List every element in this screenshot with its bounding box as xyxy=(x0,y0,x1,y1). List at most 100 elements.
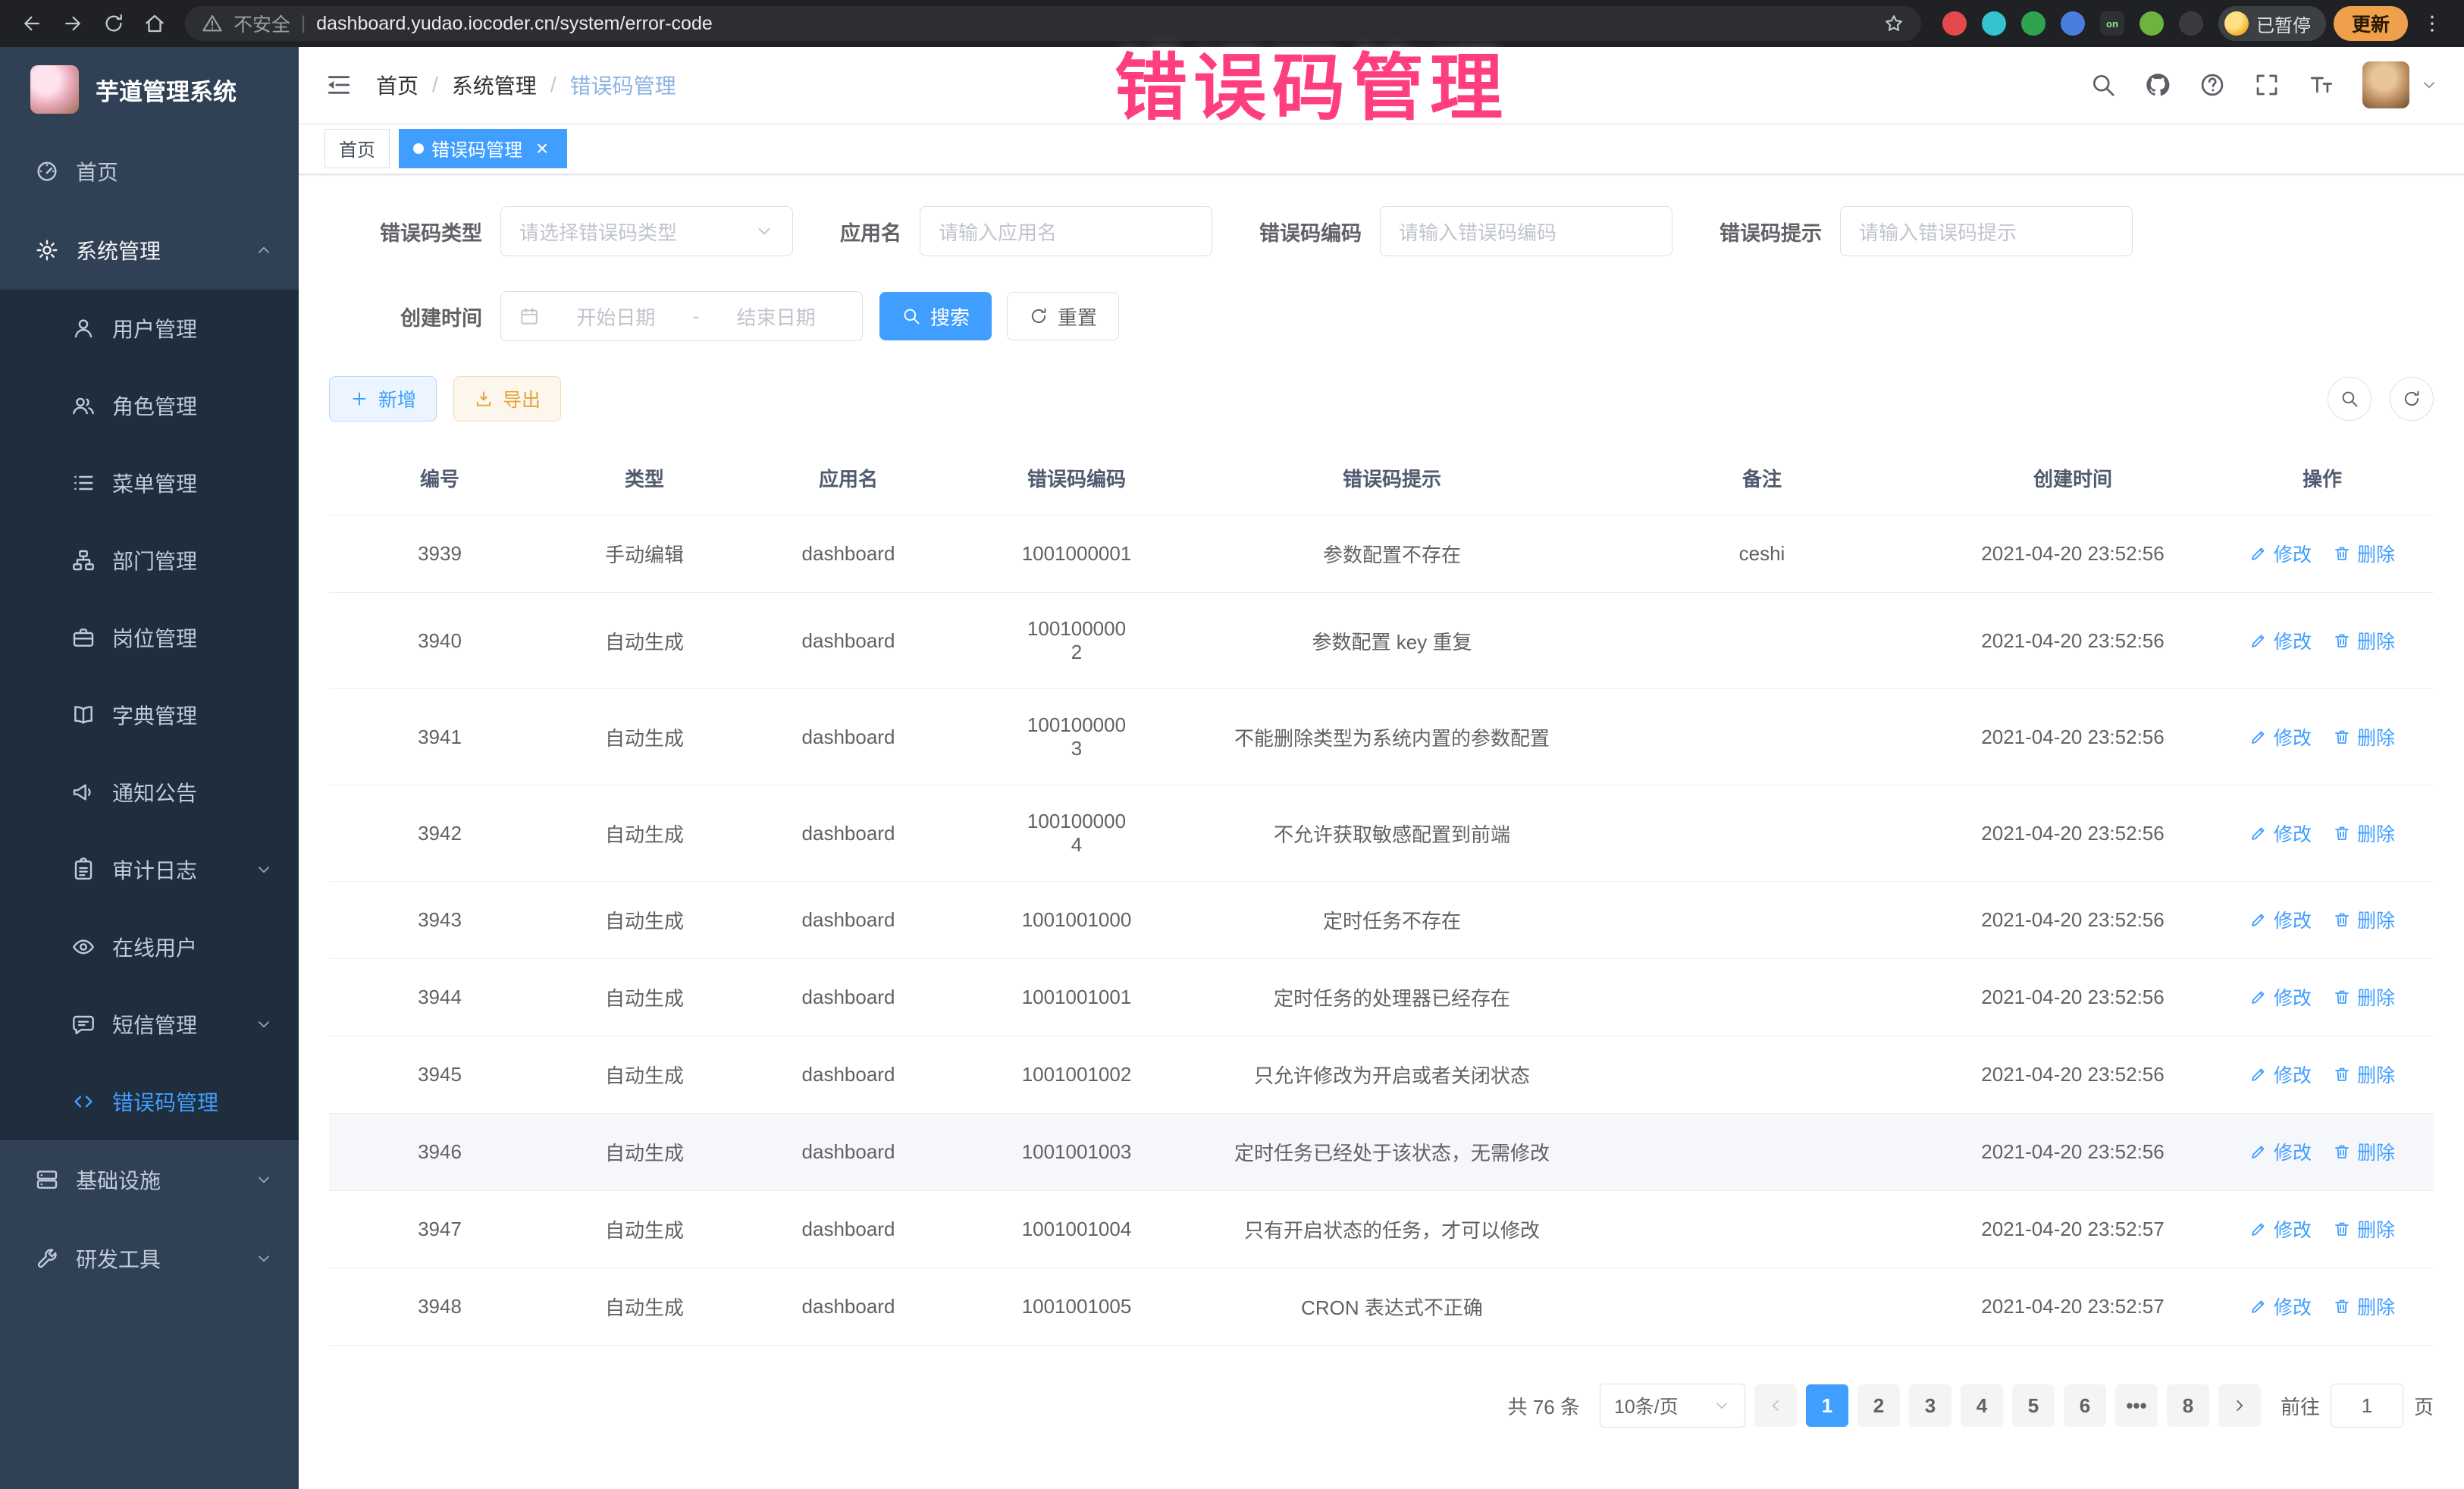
table-row: 3948自动生成dashboard1001001005CRON 表达式不正确20… xyxy=(329,1268,2434,1346)
update-chip[interactable]: 更新 xyxy=(2334,6,2408,41)
breadcrumb-system[interactable]: 系统管理 xyxy=(452,70,537,100)
delete-link[interactable]: 删除 xyxy=(2333,1293,2395,1320)
sidebar-item-label: 短信管理 xyxy=(112,1009,197,1039)
page-more-button[interactable]: ••• xyxy=(2115,1384,2158,1427)
sidebar-item-error-code[interactable]: 错误码管理 xyxy=(0,1063,299,1140)
paused-chip[interactable]: 已暂停 xyxy=(2218,6,2326,41)
pencil-icon xyxy=(2249,1065,2268,1083)
home-button[interactable] xyxy=(138,7,171,40)
sidebar-item-online-user[interactable]: 在线用户 xyxy=(0,908,299,986)
extension-green-icon[interactable] xyxy=(2021,11,2045,36)
cell-app: dashboard xyxy=(738,882,958,959)
extension-red-icon[interactable] xyxy=(1942,11,1967,36)
page-button-1[interactable]: 1 xyxy=(1806,1384,1848,1427)
search-button[interactable] xyxy=(2089,71,2117,99)
page-button-2[interactable]: 2 xyxy=(1857,1384,1900,1427)
pencil-icon xyxy=(2249,728,2268,746)
edit-link[interactable]: 修改 xyxy=(2249,820,2312,847)
sidebar-item-home[interactable]: 首页 xyxy=(0,132,299,211)
delete-link[interactable]: 删除 xyxy=(2333,906,2395,933)
browser-menu-button[interactable] xyxy=(2415,7,2449,40)
font-size-button[interactable] xyxy=(2308,71,2335,99)
bookmark-star-icon[interactable] xyxy=(1883,13,1904,34)
question-button[interactable] xyxy=(2199,71,2226,99)
edit-link[interactable]: 修改 xyxy=(2249,906,2312,933)
sidebar-item-role[interactable]: 角色管理 xyxy=(0,367,299,444)
edit-link[interactable]: 修改 xyxy=(2249,1138,2312,1165)
sidebar-item-dev-tools[interactable]: 研发工具 xyxy=(0,1219,299,1298)
extension-gray-icon[interactable] xyxy=(2179,11,2203,36)
reset-button[interactable]: 重置 xyxy=(1007,292,1119,340)
forward-button[interactable] xyxy=(56,7,89,40)
sidebar-item-dept[interactable]: 部门管理 xyxy=(0,522,299,599)
delete-link[interactable]: 删除 xyxy=(2333,1138,2395,1165)
edit-link[interactable]: 修改 xyxy=(2249,1215,2312,1243)
page-size-select[interactable]: 10条/页 xyxy=(1600,1384,1745,1428)
app-name-input[interactable]: 请输入应用名 xyxy=(920,206,1212,256)
cell-type: 自动生成 xyxy=(550,1036,738,1114)
chevron-down-icon xyxy=(255,1171,273,1189)
user-menu[interactable] xyxy=(2362,61,2438,108)
sidebar-item-audit-log[interactable]: 审计日志 xyxy=(0,831,299,908)
cell-msg: 只允许修改为开启或者关闭状态 xyxy=(1195,1036,1589,1114)
page-button-8[interactable]: 8 xyxy=(2167,1384,2209,1427)
error-code-input[interactable]: 请输入错误码编码 xyxy=(1380,206,1672,256)
error-msg-input[interactable]: 请输入错误码提示 xyxy=(1840,206,2133,256)
extension-teal-icon[interactable] xyxy=(1982,11,2006,36)
delete-link[interactable]: 删除 xyxy=(2333,983,2395,1011)
page-button-6[interactable]: 6 xyxy=(2064,1384,2106,1427)
sidebar-item-dict[interactable]: 字典管理 xyxy=(0,676,299,754)
pencil-icon xyxy=(2249,1143,2268,1161)
edit-link[interactable]: 修改 xyxy=(2249,1061,2312,1088)
page-button-5[interactable]: 5 xyxy=(2012,1384,2055,1427)
delete-link[interactable]: 删除 xyxy=(2333,627,2395,654)
error-type-select[interactable]: 请选择错误码类型 xyxy=(500,206,793,256)
edit-link[interactable]: 修改 xyxy=(2249,723,2312,751)
delete-link[interactable]: 删除 xyxy=(2333,723,2395,751)
sidebar-item-post[interactable]: 岗位管理 xyxy=(0,599,299,676)
date-range-picker[interactable]: 开始日期 - 结束日期 xyxy=(500,291,863,341)
sidebar-item-system[interactable]: 系统管理 xyxy=(0,211,299,290)
sidebar-item-menu[interactable]: 菜单管理 xyxy=(0,444,299,522)
next-page-button[interactable] xyxy=(2218,1384,2261,1427)
back-button[interactable] xyxy=(15,7,49,40)
address-bar[interactable]: 不安全 | dashboard.yudao.iocoder.cn/system/… xyxy=(185,6,1921,41)
toggle-search-button[interactable] xyxy=(2328,377,2372,421)
edit-link[interactable]: 修改 xyxy=(2249,540,2312,567)
page-button-4[interactable]: 4 xyxy=(1961,1384,2003,1427)
breadcrumb-home[interactable]: 首页 xyxy=(376,70,419,100)
fullscreen-button[interactable] xyxy=(2253,71,2281,99)
extension-lime-icon[interactable] xyxy=(2140,11,2164,36)
edit-link[interactable]: 修改 xyxy=(2249,1293,2312,1320)
sidebar-fold-button[interactable] xyxy=(324,71,353,99)
tag-error-code[interactable]: 错误码管理 × xyxy=(399,129,567,168)
app-logo[interactable]: 芋道管理系统 xyxy=(0,47,299,132)
edit-link[interactable]: 修改 xyxy=(2249,627,2312,654)
sidebar-item-user[interactable]: 用户管理 xyxy=(0,290,299,367)
github-button[interactable] xyxy=(2144,71,2171,99)
extension-dark-on-icon[interactable]: on xyxy=(2100,11,2124,36)
tag-home[interactable]: 首页 xyxy=(324,129,390,168)
sidebar-item-sms[interactable]: 短信管理 xyxy=(0,986,299,1063)
delete-link[interactable]: 删除 xyxy=(2333,820,2395,847)
add-button[interactable]: 新增 xyxy=(329,376,437,422)
sidebar-item-notice[interactable]: 通知公告 xyxy=(0,754,299,831)
prev-page-button[interactable] xyxy=(1754,1384,1797,1427)
cell-id: 3942 xyxy=(329,785,550,882)
extension-blue-icon[interactable] xyxy=(2061,11,2085,36)
sidebar-item-infra[interactable]: 基础设施 xyxy=(0,1140,299,1219)
delete-link[interactable]: 删除 xyxy=(2333,1215,2395,1243)
delete-link[interactable]: 删除 xyxy=(2333,540,2395,567)
search-button[interactable]: 搜索 xyxy=(879,292,992,340)
cell-id: 3941 xyxy=(329,689,550,785)
export-button[interactable]: 导出 xyxy=(453,376,561,422)
refresh-table-button[interactable] xyxy=(2390,377,2434,421)
close-icon[interactable]: × xyxy=(531,138,553,159)
breadcrumb: 首页 / 系统管理 / 错误码管理 xyxy=(376,70,676,100)
reload-button[interactable] xyxy=(97,7,130,40)
delete-link[interactable]: 删除 xyxy=(2333,1061,2395,1088)
goto-page-input[interactable] xyxy=(2331,1384,2403,1428)
cell-time: 2021-04-20 23:52:56 xyxy=(1935,785,2211,882)
page-button-3[interactable]: 3 xyxy=(1909,1384,1951,1427)
edit-link[interactable]: 修改 xyxy=(2249,983,2312,1011)
